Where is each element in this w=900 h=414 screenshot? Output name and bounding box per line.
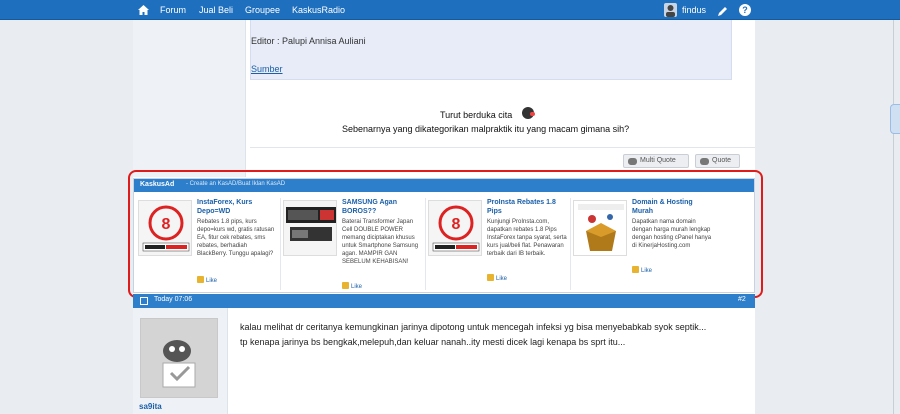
post-header-bar: Today 07:06 #2 <box>133 294 755 308</box>
reply-line-2: Sebenarnya yang dikategorikan malpraktik… <box>342 124 630 134</box>
highlight-frame <box>128 170 763 298</box>
divider <box>250 147 755 148</box>
user-avatar-image[interactable] <box>140 318 218 398</box>
quote-button[interactable]: Quote <box>695 154 740 168</box>
nav-kaskus-radio[interactable]: KaskusRadio <box>292 0 345 20</box>
pencil-icon[interactable] <box>717 4 729 16</box>
user-avatar[interactable] <box>664 3 677 17</box>
scroll-track <box>893 20 894 414</box>
quote-label: Quote <box>712 157 732 164</box>
username-link[interactable]: findus <box>682 0 706 20</box>
post-body-line: kalau melihat dr ceritanya kemungkinan j… <box>240 322 707 332</box>
home-icon[interactable] <box>138 0 150 20</box>
nav-forum[interactable]: Forum <box>160 0 186 20</box>
speech-bubble-icon <box>700 158 709 165</box>
multi-quote-label: Multi Quote <box>640 157 676 164</box>
smiley-icon <box>522 107 535 119</box>
help-icon[interactable]: ? <box>739 4 751 16</box>
quote-box <box>250 20 732 80</box>
post-sidebar <box>133 20 246 177</box>
checkbox-icon[interactable] <box>140 297 148 305</box>
nav-jual-beli[interactable]: Jual Beli <box>199 0 233 20</box>
sumber-link[interactable]: Sumber <box>251 64 283 74</box>
post-number[interactable]: #2 <box>738 296 746 303</box>
reply-line-1: Turut berduka cita <box>440 110 513 120</box>
top-nav-bar: Forum Jual Beli Groupee KaskusRadio find… <box>0 0 900 20</box>
post-time: Today 07:06 <box>154 296 193 303</box>
post-body-line: tp kenapa jarinya bs bengkak,melepuh,dan… <box>240 337 626 347</box>
editor-credit: Editor : Palupi Annisa Auliani <box>251 36 366 46</box>
multi-quote-button[interactable]: Multi Quote <box>623 154 689 168</box>
post-username[interactable]: sa9ita <box>139 402 162 411</box>
nav-groupee[interactable]: Groupee <box>245 0 280 20</box>
side-scroll-tab[interactable] <box>890 104 900 134</box>
speech-bubble-icon <box>628 158 637 165</box>
